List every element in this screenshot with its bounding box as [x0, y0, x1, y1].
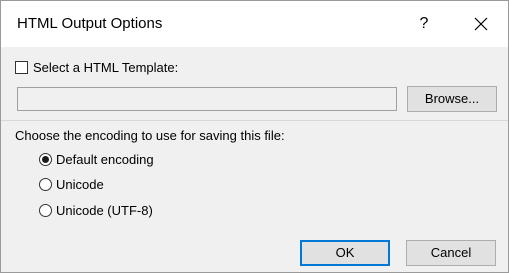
- radio-button[interactable]: [39, 177, 52, 191]
- template-path-input[interactable]: [17, 87, 397, 111]
- radio-unicode-utf8[interactable]: Unicode (UTF-8): [39, 200, 153, 220]
- title-bar: HTML Output Options ?: [1, 1, 508, 47]
- radio-button[interactable]: [39, 152, 52, 166]
- radio-default-encoding[interactable]: Default encoding: [39, 149, 154, 169]
- ok-button[interactable]: OK: [300, 240, 390, 266]
- dialog-title: HTML Output Options: [17, 15, 163, 32]
- radio-label: Default encoding: [56, 151, 154, 167]
- separator: [1, 120, 508, 121]
- radio-label: Unicode: [56, 176, 104, 192]
- html-output-options-dialog: HTML Output Options ? Select a HTML Temp…: [0, 0, 509, 273]
- close-button[interactable]: [461, 9, 501, 39]
- radio-label: Unicode (UTF-8): [56, 202, 153, 218]
- radio-unicode[interactable]: Unicode: [39, 174, 104, 194]
- select-template-label: Select a HTML Template:: [33, 59, 179, 75]
- radio-button[interactable]: [39, 203, 52, 217]
- browse-button[interactable]: Browse...: [407, 86, 497, 112]
- close-icon: [474, 17, 488, 31]
- cancel-button[interactable]: Cancel: [406, 240, 496, 266]
- select-template-checkbox-row[interactable]: Select a HTML Template:: [15, 57, 178, 77]
- help-button[interactable]: ?: [405, 9, 443, 39]
- encoding-prompt: Choose the encoding to use for saving th…: [15, 128, 285, 143]
- select-template-checkbox[interactable]: [15, 60, 28, 74]
- dialog-body: Select a HTML Template: Browse... Choose…: [1, 47, 508, 272]
